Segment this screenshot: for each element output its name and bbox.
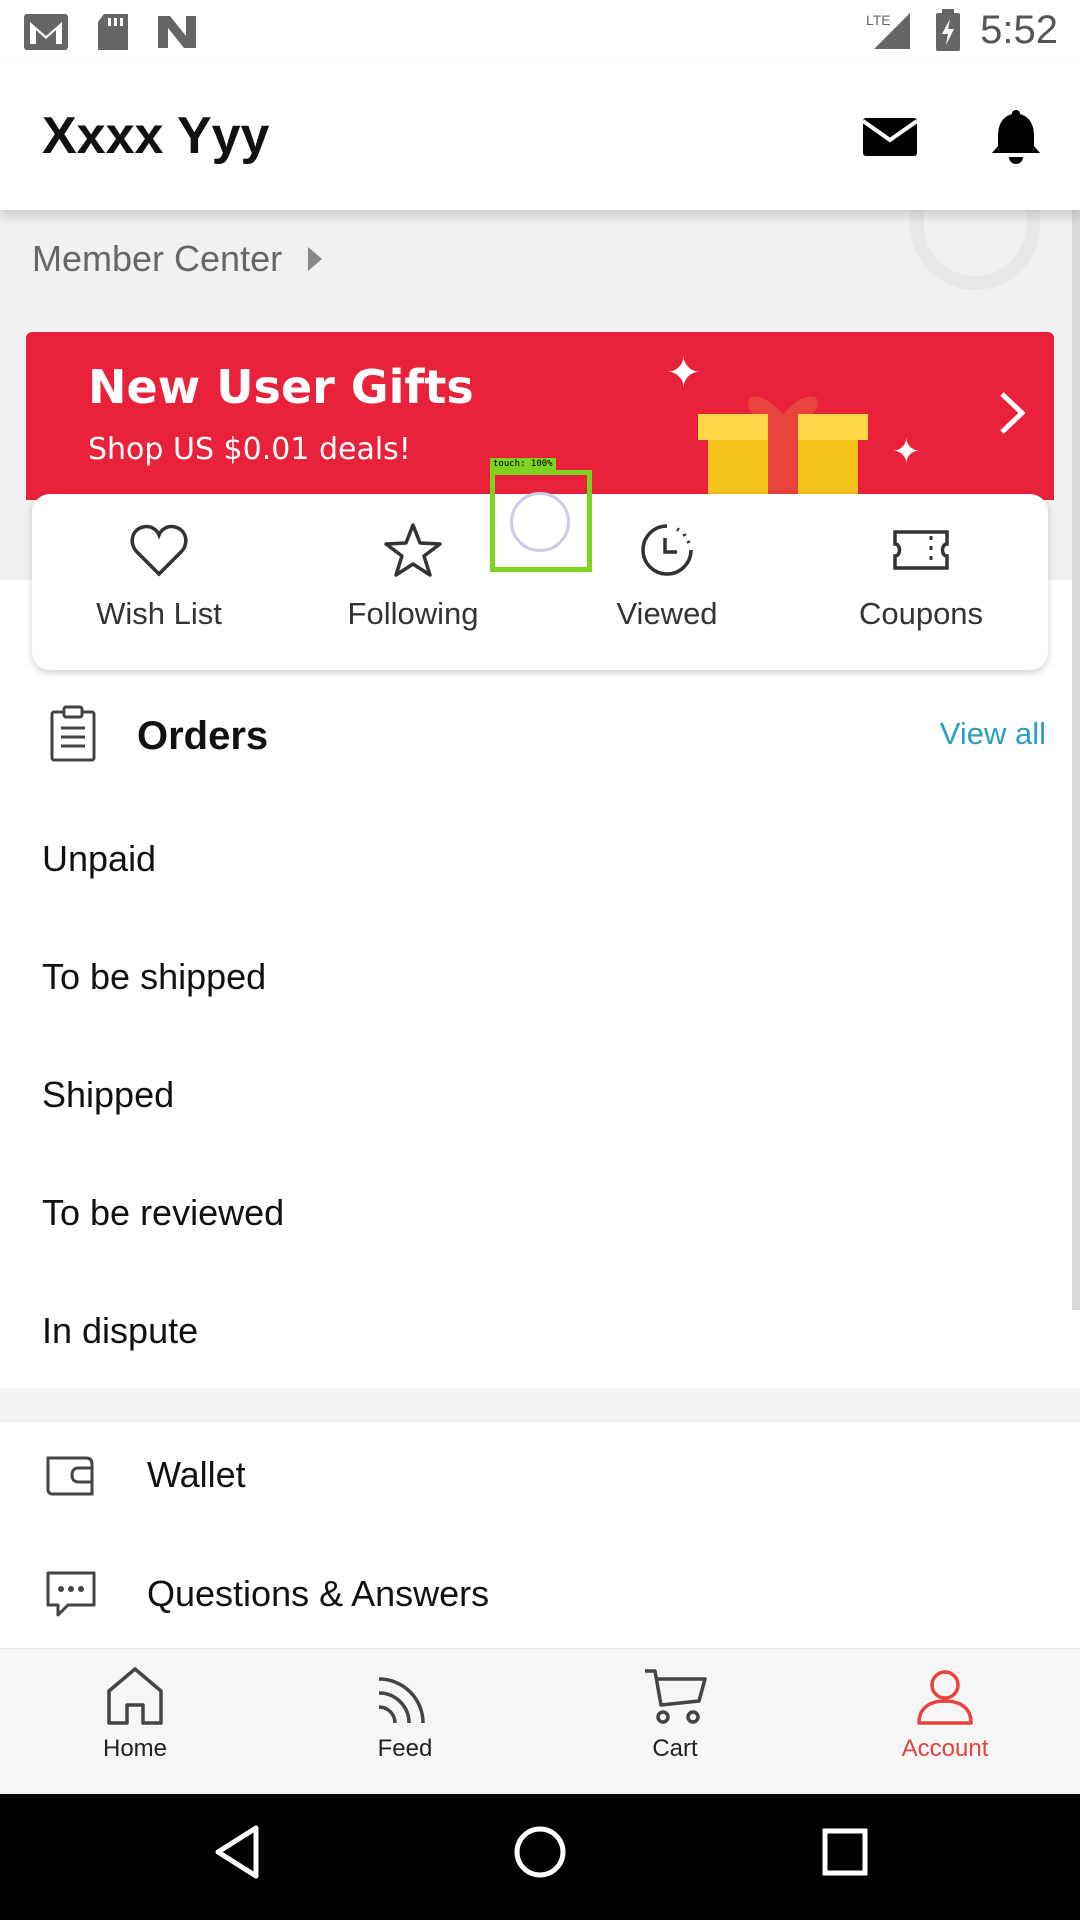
banner-title: New User Gifts (88, 360, 474, 414)
nav-cart[interactable]: Cart (540, 1665, 810, 1763)
order-status-unpaid[interactable]: Unpaid (42, 838, 156, 880)
account-icon (917, 1670, 973, 1725)
feed-icon (378, 1677, 425, 1724)
home-icon (107, 1667, 163, 1725)
gift-icon (698, 396, 868, 500)
lte-signal-icon: LTE (866, 12, 911, 49)
order-status-to-be-reviewed[interactable]: To be reviewed (42, 1192, 284, 1234)
section-divider (0, 1388, 1080, 1422)
orders-title: Orders (137, 714, 269, 758)
member-center-link[interactable]: Member Center (32, 238, 323, 280)
quick-action-wish-list[interactable]: Wish List (32, 522, 286, 632)
menu-item-questions-answers[interactable]: Questions & Answers (0, 1545, 1080, 1655)
mail-icon[interactable] (860, 106, 920, 166)
touch-point (510, 492, 570, 552)
member-decoration (910, 200, 1040, 290)
quick-action-label: Coupons (858, 596, 984, 631)
nav-account[interactable]: Account (810, 1665, 1080, 1763)
banner-subtitle: Shop US $0.01 deals! (88, 432, 411, 467)
gmail-icon (24, 14, 68, 50)
nav-feed[interactable]: Feed (270, 1665, 540, 1763)
system-navigation-bar (0, 1794, 1080, 1920)
sparkle-icon: ✦ (892, 433, 921, 471)
status-bar: LTE 5:52 (0, 0, 1080, 62)
clock-icon (641, 524, 693, 576)
quick-action-label: Following (347, 596, 479, 631)
recents-icon[interactable] (820, 1824, 870, 1880)
quick-action-label: Wish List (96, 596, 222, 631)
home-circle-icon[interactable] (512, 1824, 568, 1880)
quick-action-label: Viewed (616, 596, 718, 631)
order-status-to-be-shipped[interactable]: To be shipped (42, 956, 266, 998)
bottom-navigation: Home Feed Cart Account (0, 1648, 1080, 1794)
sd-card-icon (98, 14, 128, 50)
order-status-shipped[interactable]: Shipped (42, 1074, 174, 1116)
ticket-icon (893, 530, 949, 570)
menu-item-label: Wallet (147, 1454, 246, 1495)
n-icon (158, 16, 196, 48)
order-status-in-dispute[interactable]: In dispute (42, 1310, 198, 1352)
menu-item-wallet[interactable]: Wallet (0, 1426, 1080, 1536)
nav-home[interactable]: Home (0, 1665, 270, 1763)
orders-header: Orders View all (0, 700, 1080, 772)
svg-text:LTE: LTE (866, 12, 891, 28)
nav-label: Cart (652, 1735, 698, 1762)
clipboard-icon (50, 705, 96, 762)
menu-item-label: Questions & Answers (147, 1573, 490, 1614)
page-title: Xxxx Yyy (42, 107, 270, 165)
view-all-orders-link[interactable]: View all (940, 716, 1046, 752)
chat-bubble-icon (46, 1571, 96, 1617)
chevron-right-icon (1000, 392, 1026, 434)
chevron-right-icon (308, 247, 323, 271)
nav-label: Home (102, 1735, 168, 1762)
cart-icon (645, 1669, 707, 1724)
back-icon[interactable] (212, 1824, 262, 1880)
status-time: 5:52 (980, 8, 1058, 52)
app-header: Xxxx Yyy (0, 62, 1080, 210)
sparkle-icon: ✦ (666, 349, 702, 396)
nav-label: Account (901, 1735, 989, 1762)
scrollbar[interactable] (1072, 210, 1080, 1310)
quick-action-coupons[interactable]: Coupons (794, 522, 1048, 632)
star-icon (384, 523, 442, 577)
member-center-label: Member Center (32, 238, 283, 279)
nav-label: Feed (377, 1735, 433, 1762)
bell-icon[interactable] (986, 106, 1046, 166)
battery-charging-icon (936, 8, 961, 51)
heart-icon (130, 524, 188, 577)
wallet-icon (46, 1456, 94, 1496)
